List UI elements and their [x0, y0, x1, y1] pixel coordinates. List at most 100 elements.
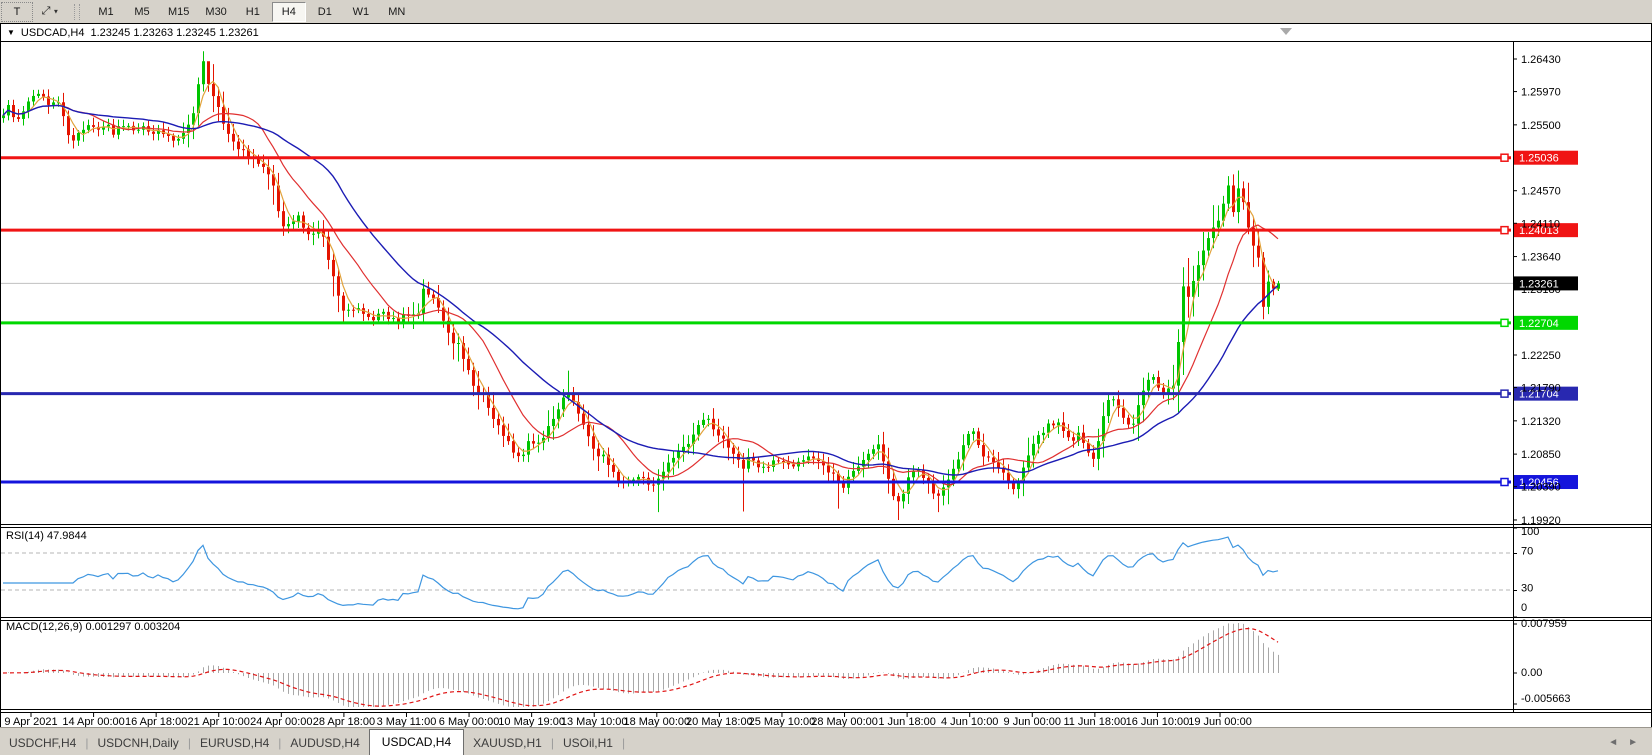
candle-bear	[367, 314, 370, 317]
timeframe-button-d1[interactable]: D1	[308, 2, 342, 22]
level-handle[interactable]	[1501, 390, 1508, 397]
rsi-line	[3, 537, 1278, 609]
timeframe-group: M1M5M15M30H1H4D1W1MN	[88, 2, 415, 22]
candle-bear	[217, 96, 220, 107]
candle-bull	[377, 314, 380, 320]
candle-bear	[502, 425, 505, 436]
candle-bear	[67, 116, 70, 135]
candle-bear	[332, 260, 335, 276]
macd-axis-label: 0.00	[1521, 667, 1542, 679]
candle-bull	[127, 126, 130, 127]
axis-tick-label: 1.25500	[1521, 120, 1561, 132]
moving-average-4	[3, 81, 1278, 492]
tab-scroll-left-icon[interactable]: ◄	[1608, 737, 1618, 748]
macd-pane: 0.0079590.00-0.005663	[3, 618, 1571, 707]
tab-eurusd-h4[interactable]: EURUSD,H4	[191, 732, 278, 755]
timeframe-button-m5[interactable]: M5	[125, 2, 159, 22]
candle-bear	[1122, 408, 1125, 418]
candle-bull	[1042, 433, 1045, 435]
level-handle[interactable]	[1501, 154, 1508, 161]
date-axis[interactable]: 9 Apr 202114 Apr 00:0016 Apr 18:0021 Apr…	[4, 712, 1251, 727]
candle-bear	[992, 458, 995, 463]
candle-bear	[1232, 185, 1235, 212]
candle-bear	[232, 134, 235, 142]
level-handle[interactable]	[1501, 319, 1508, 326]
level-handle[interactable]	[1501, 479, 1508, 486]
rsi-axis-label: 70	[1521, 546, 1533, 558]
timeframe-button-mn[interactable]: MN	[380, 2, 414, 22]
text-tool-button[interactable]: T	[1, 2, 33, 22]
date-label: 21 Apr 10:00	[188, 716, 250, 727]
timeframe-button-m1[interactable]: M1	[89, 2, 123, 22]
tab-usdcad-h4[interactable]: USDCAD,H4	[369, 729, 464, 755]
date-label: 16 Jun 10:00	[1126, 716, 1190, 727]
tab-audusd-h4[interactable]: AUDUSD,H4	[281, 732, 368, 755]
candle-bull	[697, 425, 700, 435]
candle-bear	[17, 117, 20, 119]
candle-bear	[642, 477, 645, 478]
candle-bear	[42, 94, 45, 97]
price-axis[interactable]: 1.250361.240131.227041.217041.204561.264…	[1513, 54, 1578, 527]
candle-bear	[442, 308, 445, 321]
candle-bear	[507, 436, 510, 441]
date-label: 19 Jun 00:00	[1188, 716, 1252, 727]
candle-bear	[342, 296, 345, 311]
candle-bull	[1097, 441, 1100, 459]
date-label: 16 Apr 18:00	[125, 716, 187, 727]
chart-ohlc-values: 1.23245 1.23263 1.23245 1.23261	[91, 27, 259, 39]
macd-axis-label: -0.005663	[1521, 693, 1571, 705]
candle-bull	[1047, 424, 1050, 433]
candle-bull	[872, 449, 875, 454]
candle-bull	[677, 451, 680, 458]
candle-bull	[1202, 251, 1205, 266]
candle-bull	[297, 215, 300, 221]
candle-bear	[1072, 437, 1075, 441]
candle-bull	[292, 221, 295, 224]
candle-bull	[807, 456, 810, 460]
timeframe-button-h4[interactable]: H4	[272, 2, 306, 22]
axis-tick-label: 1.22250	[1521, 350, 1561, 362]
candle-bear	[257, 159, 260, 164]
axis-tick-label: 1.20390	[1521, 482, 1561, 494]
candle-bear	[172, 136, 175, 141]
date-label: 28 Apr 18:00	[313, 716, 375, 727]
candle-bull	[667, 463, 670, 472]
timeframe-button-w1[interactable]: W1	[344, 2, 378, 22]
tab-usoil-h1[interactable]: USOil,H1	[554, 732, 622, 755]
tab-xauusd-h1[interactable]: XAUUSD,H1	[464, 732, 551, 755]
candle-bull	[772, 460, 775, 467]
tab-usdchf-h4[interactable]: USDCHF,H4	[0, 732, 85, 755]
candle-bear	[617, 472, 620, 482]
axis-tick-label: 1.20850	[1521, 449, 1561, 461]
axis-tick-label: 1.26430	[1521, 54, 1561, 66]
timeframe-button-m15[interactable]: M15	[161, 2, 196, 22]
toolbar-grip	[74, 4, 80, 20]
horizontal-levels-layer[interactable]	[1, 154, 1511, 485]
rsi-indicator-label: RSI(14) 47.9844	[6, 530, 87, 542]
timeframe-button-m30[interactable]: M30	[198, 2, 233, 22]
candle-bear	[1127, 418, 1130, 425]
candle-bear	[282, 211, 285, 226]
candle-bear	[532, 441, 535, 444]
candle-bear	[452, 333, 455, 344]
timeframe-button-h1[interactable]: H1	[236, 2, 270, 22]
tab-usdcnh-daily[interactable]: USDCNH,Daily	[88, 732, 187, 755]
candle-bear	[212, 84, 215, 96]
candle-bull	[942, 487, 945, 495]
level-handle[interactable]	[1501, 227, 1508, 234]
tab-scroll-right-icon[interactable]: ►	[1628, 737, 1638, 748]
candle-bear	[587, 425, 590, 437]
candle-bull	[287, 224, 290, 226]
date-label: 6 May 00:00	[439, 716, 500, 727]
candle-bear	[207, 61, 210, 84]
candle-bear	[472, 370, 475, 386]
axis-tick-label: 1.21320	[1521, 416, 1561, 428]
candle-bull	[457, 343, 460, 344]
candle-bull	[32, 96, 35, 102]
candle-bull	[77, 133, 80, 141]
candle-bull	[137, 130, 140, 131]
candle-bull	[1182, 286, 1185, 342]
candle-bear	[262, 164, 265, 167]
cursor-tool-button[interactable]: ⤢ ▼	[35, 2, 67, 22]
candle-bear	[717, 429, 720, 435]
